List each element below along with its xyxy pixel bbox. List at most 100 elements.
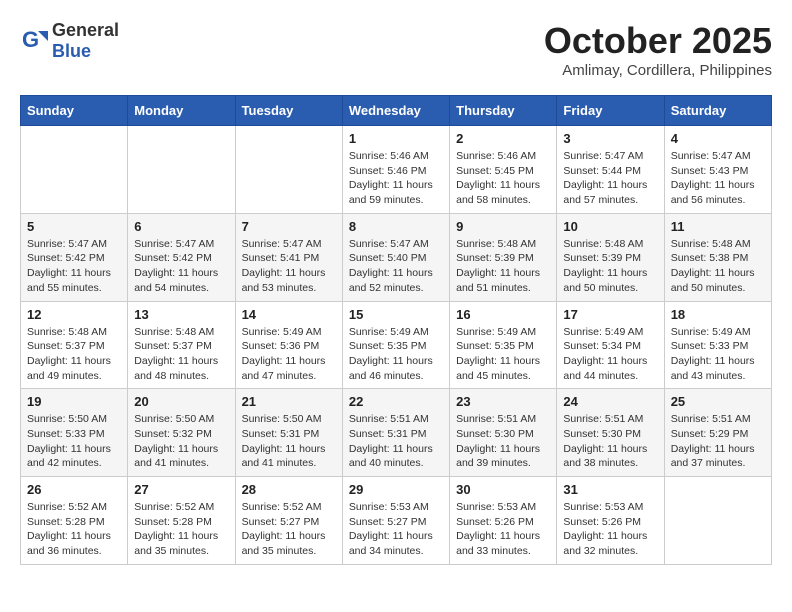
weekday-header-saturday: Saturday (664, 96, 771, 126)
location-title: Amlimay, Cordillera, Philippines (544, 62, 772, 79)
month-title: October 2025 (544, 20, 772, 62)
weekday-header-tuesday: Tuesday (235, 96, 342, 126)
day-number: 16 (456, 307, 550, 322)
calendar-cell: 9 Sunrise: 5:48 AMSunset: 5:39 PMDaylight… (450, 213, 557, 301)
day-info: Sunrise: 5:46 AMSunset: 5:45 PMDaylight:… (456, 149, 550, 208)
calendar-cell: 18Sunrise: 5:49 AMSunset: 5:33 PMDayligh… (664, 301, 771, 389)
day-info: Sunrise: 5:48 AMSunset: 5:37 PMDaylight:… (27, 325, 121, 384)
calendar-cell: 19 Sunrise: 5:50 AMSunset: 5:33 PMDayligh… (21, 389, 128, 477)
weekday-header-friday: Friday (557, 96, 664, 126)
day-number: 19 (27, 394, 121, 409)
day-info: Sunrise: 5:53 AMSunset: 5:26 PMDaylight:… (456, 500, 550, 559)
title-block: October 2025 Amlimay, Cordillera, Philip… (544, 20, 772, 79)
day-number: 24 (563, 394, 657, 409)
day-number: 31 (563, 482, 657, 497)
calendar-cell (21, 126, 128, 214)
day-info: Sunrise: 5:53 AMSunset: 5:26 PMDaylight:… (563, 500, 657, 559)
calendar-week-3: 12 Sunrise: 5:48 AMSunset: 5:37 PMDayligh… (21, 301, 772, 389)
day-info: Sunrise: 5:47 AMSunset: 5:40 PMDaylight:… (349, 237, 443, 296)
calendar-table: SundayMondayTuesdayWednesdayThursdayFrid… (20, 95, 772, 565)
weekday-header-row: SundayMondayTuesdayWednesdayThursdayFrid… (21, 96, 772, 126)
weekday-header-monday: Monday (128, 96, 235, 126)
calendar-cell: 12 Sunrise: 5:48 AMSunset: 5:37 PMDayligh… (21, 301, 128, 389)
calendar-week-1: 1 Sunrise: 5:46 AMSunset: 5:46 PMDaylight… (21, 126, 772, 214)
day-info: Sunrise: 5:51 AMSunset: 5:30 PMDaylight:… (563, 412, 657, 471)
day-number: 26 (27, 482, 121, 497)
calendar-cell (128, 126, 235, 214)
day-info: Sunrise: 5:52 AMSunset: 5:27 PMDaylight:… (242, 500, 336, 559)
logo-blue: Blue (52, 41, 91, 61)
day-info: Sunrise: 5:50 AMSunset: 5:32 PMDaylight:… (134, 412, 228, 471)
day-number: 11 (671, 219, 765, 234)
calendar-cell: 14 Sunrise: 5:49 AMSunset: 5:36 PMDayligh… (235, 301, 342, 389)
day-info: Sunrise: 5:47 AMSunset: 5:43 PMDaylight:… (671, 149, 765, 208)
calendar-cell: 22Sunrise: 5:51 AMSunset: 5:31 PMDayligh… (342, 389, 449, 477)
calendar-cell (664, 477, 771, 565)
day-number: 13 (134, 307, 228, 322)
page-header: G General Blue October 2025 Amlimay, Cor… (20, 20, 772, 79)
weekday-header-thursday: Thursday (450, 96, 557, 126)
day-number: 1 (349, 131, 443, 146)
day-number: 4 (671, 131, 765, 146)
calendar-cell: 1 Sunrise: 5:46 AMSunset: 5:46 PMDaylight… (342, 126, 449, 214)
calendar-cell: 31 Sunrise: 5:53 AMSunset: 5:26 PMDayligh… (557, 477, 664, 565)
calendar-cell: 28 Sunrise: 5:52 AMSunset: 5:27 PMDayligh… (235, 477, 342, 565)
calendar-cell: 7Sunrise: 5:47 AMSunset: 5:41 PMDaylight… (235, 213, 342, 301)
logo-icon: G (20, 27, 48, 55)
calendar-cell (235, 126, 342, 214)
calendar-cell: 21 Sunrise: 5:50 AMSunset: 5:31 PMDayligh… (235, 389, 342, 477)
calendar-cell: 29 Sunrise: 5:53 AMSunset: 5:27 PMDayligh… (342, 477, 449, 565)
day-number: 10 (563, 219, 657, 234)
calendar-cell: 2 Sunrise: 5:46 AMSunset: 5:45 PMDaylight… (450, 126, 557, 214)
day-number: 22 (349, 394, 443, 409)
logo-general: General (52, 20, 119, 40)
calendar-cell: 8Sunrise: 5:47 AMSunset: 5:40 PMDaylight… (342, 213, 449, 301)
svg-text:G: G (22, 27, 39, 52)
day-info: Sunrise: 5:53 AMSunset: 5:27 PMDaylight:… (349, 500, 443, 559)
day-info: Sunrise: 5:49 AMSunset: 5:36 PMDaylight:… (242, 325, 336, 384)
calendar-cell: 5 Sunrise: 5:47 AMSunset: 5:42 PMDaylight… (21, 213, 128, 301)
day-number: 3 (563, 131, 657, 146)
calendar-cell: 6Sunrise: 5:47 AMSunset: 5:42 PMDaylight… (128, 213, 235, 301)
day-number: 21 (242, 394, 336, 409)
day-number: 28 (242, 482, 336, 497)
day-info: Sunrise: 5:46 AMSunset: 5:46 PMDaylight:… (349, 149, 443, 208)
calendar-week-5: 26 Sunrise: 5:52 AMSunset: 5:28 PMDayligh… (21, 477, 772, 565)
calendar-cell: 25Sunrise: 5:51 AMSunset: 5:29 PMDayligh… (664, 389, 771, 477)
day-info: Sunrise: 5:48 AMSunset: 5:38 PMDaylight:… (671, 237, 765, 296)
day-info: Sunrise: 5:48 AMSunset: 5:39 PMDaylight:… (456, 237, 550, 296)
day-info: Sunrise: 5:51 AMSunset: 5:30 PMDaylight:… (456, 412, 550, 471)
day-number: 9 (456, 219, 550, 234)
weekday-header-wednesday: Wednesday (342, 96, 449, 126)
day-info: Sunrise: 5:47 AMSunset: 5:42 PMDaylight:… (27, 237, 121, 296)
calendar-cell: 26 Sunrise: 5:52 AMSunset: 5:28 PMDayligh… (21, 477, 128, 565)
calendar-cell: 27Sunrise: 5:52 AMSunset: 5:28 PMDayligh… (128, 477, 235, 565)
weekday-header-sunday: Sunday (21, 96, 128, 126)
calendar-cell: 30 Sunrise: 5:53 AMSunset: 5:26 PMDayligh… (450, 477, 557, 565)
day-number: 2 (456, 131, 550, 146)
day-number: 17 (563, 307, 657, 322)
day-number: 27 (134, 482, 228, 497)
day-info: Sunrise: 5:48 AMSunset: 5:37 PMDaylight:… (134, 325, 228, 384)
day-info: Sunrise: 5:50 AMSunset: 5:33 PMDaylight:… (27, 412, 121, 471)
day-info: Sunrise: 5:49 AMSunset: 5:33 PMDaylight:… (671, 325, 765, 384)
day-info: Sunrise: 5:52 AMSunset: 5:28 PMDaylight:… (27, 500, 121, 559)
calendar-cell: 11 Sunrise: 5:48 AMSunset: 5:38 PMDayligh… (664, 213, 771, 301)
day-number: 29 (349, 482, 443, 497)
day-info: Sunrise: 5:49 AMSunset: 5:34 PMDaylight:… (563, 325, 657, 384)
day-info: Sunrise: 5:51 AMSunset: 5:29 PMDaylight:… (671, 412, 765, 471)
calendar-cell: 24 Sunrise: 5:51 AMSunset: 5:30 PMDayligh… (557, 389, 664, 477)
day-info: Sunrise: 5:50 AMSunset: 5:31 PMDaylight:… (242, 412, 336, 471)
day-number: 5 (27, 219, 121, 234)
calendar-cell: 10Sunrise: 5:48 AMSunset: 5:39 PMDayligh… (557, 213, 664, 301)
calendar-week-2: 5 Sunrise: 5:47 AMSunset: 5:42 PMDaylight… (21, 213, 772, 301)
day-number: 15 (349, 307, 443, 322)
calendar-week-4: 19 Sunrise: 5:50 AMSunset: 5:33 PMDayligh… (21, 389, 772, 477)
day-number: 14 (242, 307, 336, 322)
day-number: 12 (27, 307, 121, 322)
day-number: 23 (456, 394, 550, 409)
calendar-cell: 20Sunrise: 5:50 AMSunset: 5:32 PMDayligh… (128, 389, 235, 477)
day-number: 30 (456, 482, 550, 497)
calendar-cell: 13 Sunrise: 5:48 AMSunset: 5:37 PMDayligh… (128, 301, 235, 389)
day-info: Sunrise: 5:49 AMSunset: 5:35 PMDaylight:… (349, 325, 443, 384)
